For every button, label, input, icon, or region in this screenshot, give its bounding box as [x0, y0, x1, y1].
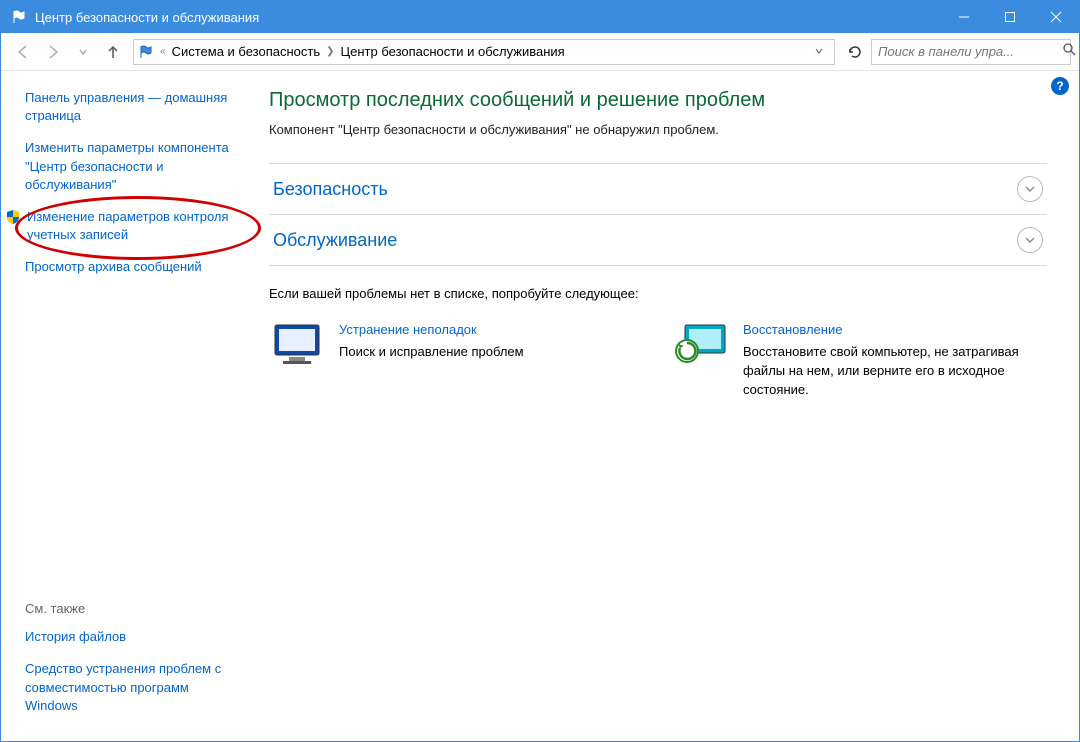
chevron-down-icon[interactable]	[808, 44, 830, 59]
refresh-button[interactable]	[841, 39, 869, 65]
search-box[interactable]	[871, 39, 1071, 65]
section-maintenance[interactable]: Обслуживание	[269, 214, 1047, 265]
main-panel: Просмотр последних сообщений и решение п…	[249, 71, 1079, 741]
navbar: « Система и безопасность ❯ Центр безопас…	[1, 33, 1079, 71]
sidebar-link-uac-row: Изменение параметров контроля учетных за…	[25, 208, 237, 258]
chevron-right-icon: ❯	[326, 46, 334, 57]
content-body: ? Панель управления — домашняя страница …	[1, 71, 1079, 741]
flag-icon	[11, 9, 27, 25]
flag-icon	[138, 44, 154, 60]
see-also-file-history[interactable]: История файлов	[25, 628, 237, 646]
card-title[interactable]: Восстановление	[743, 321, 1047, 340]
monitor-icon	[269, 321, 325, 367]
recent-dropdown[interactable]	[69, 38, 97, 66]
see-also-compatibility[interactable]: Средство устранения проблем с совместимо…	[25, 660, 237, 715]
page-subtitle: Компонент "Центр безопасности и обслужив…	[269, 122, 1047, 137]
card-desc: Поиск и исправление проблем	[339, 343, 524, 362]
section-title: Обслуживание	[273, 230, 397, 251]
sidebar-link-home[interactable]: Панель управления — домашняя страница	[25, 89, 237, 125]
try-also-text: Если вашей проблемы нет в списке, попроб…	[269, 286, 1047, 301]
window: Центр безопасности и обслуживания « Сист…	[0, 0, 1080, 742]
search-icon	[1062, 42, 1076, 61]
search-input[interactable]	[878, 44, 1056, 59]
breadcrumb[interactable]: « Система и безопасность ❯ Центр безопас…	[133, 39, 835, 65]
sidebar-link-uac[interactable]: Изменение параметров контроля учетных за…	[27, 208, 237, 244]
close-button[interactable]	[1033, 1, 1079, 33]
chevron-down-icon	[1017, 176, 1043, 202]
see-also-heading: См. также	[25, 601, 237, 616]
divider	[269, 265, 1047, 266]
breadcrumb-item[interactable]: Система и безопасность	[172, 44, 321, 59]
up-button[interactable]	[99, 38, 127, 66]
shield-icon	[5, 209, 21, 225]
section-title: Безопасность	[273, 179, 388, 200]
sidebar: Панель управления — домашняя страница Из…	[1, 71, 249, 741]
back-button[interactable]	[9, 38, 37, 66]
chevron-down-icon	[1017, 227, 1043, 253]
breadcrumb-prefix: «	[160, 46, 166, 57]
minimize-button[interactable]	[941, 1, 987, 33]
card-troubleshoot: Устранение неполадок Поиск и исправление…	[269, 321, 643, 399]
section-security[interactable]: Безопасность	[269, 163, 1047, 214]
card-recovery: Восстановление Восстановите свой компьют…	[673, 321, 1047, 399]
card-desc: Восстановите свой компьютер, не затрагив…	[743, 343, 1047, 400]
cards-row: Устранение неполадок Поиск и исправление…	[269, 321, 1047, 399]
maximize-button[interactable]	[987, 1, 1033, 33]
sidebar-link-change-settings[interactable]: Изменить параметры компонента "Центр без…	[25, 139, 237, 194]
breadcrumb-item[interactable]: Центр безопасности и обслуживания	[341, 44, 565, 59]
card-title[interactable]: Устранение неполадок	[339, 321, 524, 340]
forward-button[interactable]	[39, 38, 67, 66]
page-heading: Просмотр последних сообщений и решение п…	[269, 89, 1047, 112]
titlebar: Центр безопасности и обслуживания	[1, 1, 1079, 33]
help-icon[interactable]: ?	[1051, 77, 1069, 95]
window-title: Центр безопасности и обслуживания	[35, 10, 941, 25]
recovery-icon	[673, 321, 729, 367]
sidebar-link-archive[interactable]: Просмотр архива сообщений	[25, 258, 237, 276]
